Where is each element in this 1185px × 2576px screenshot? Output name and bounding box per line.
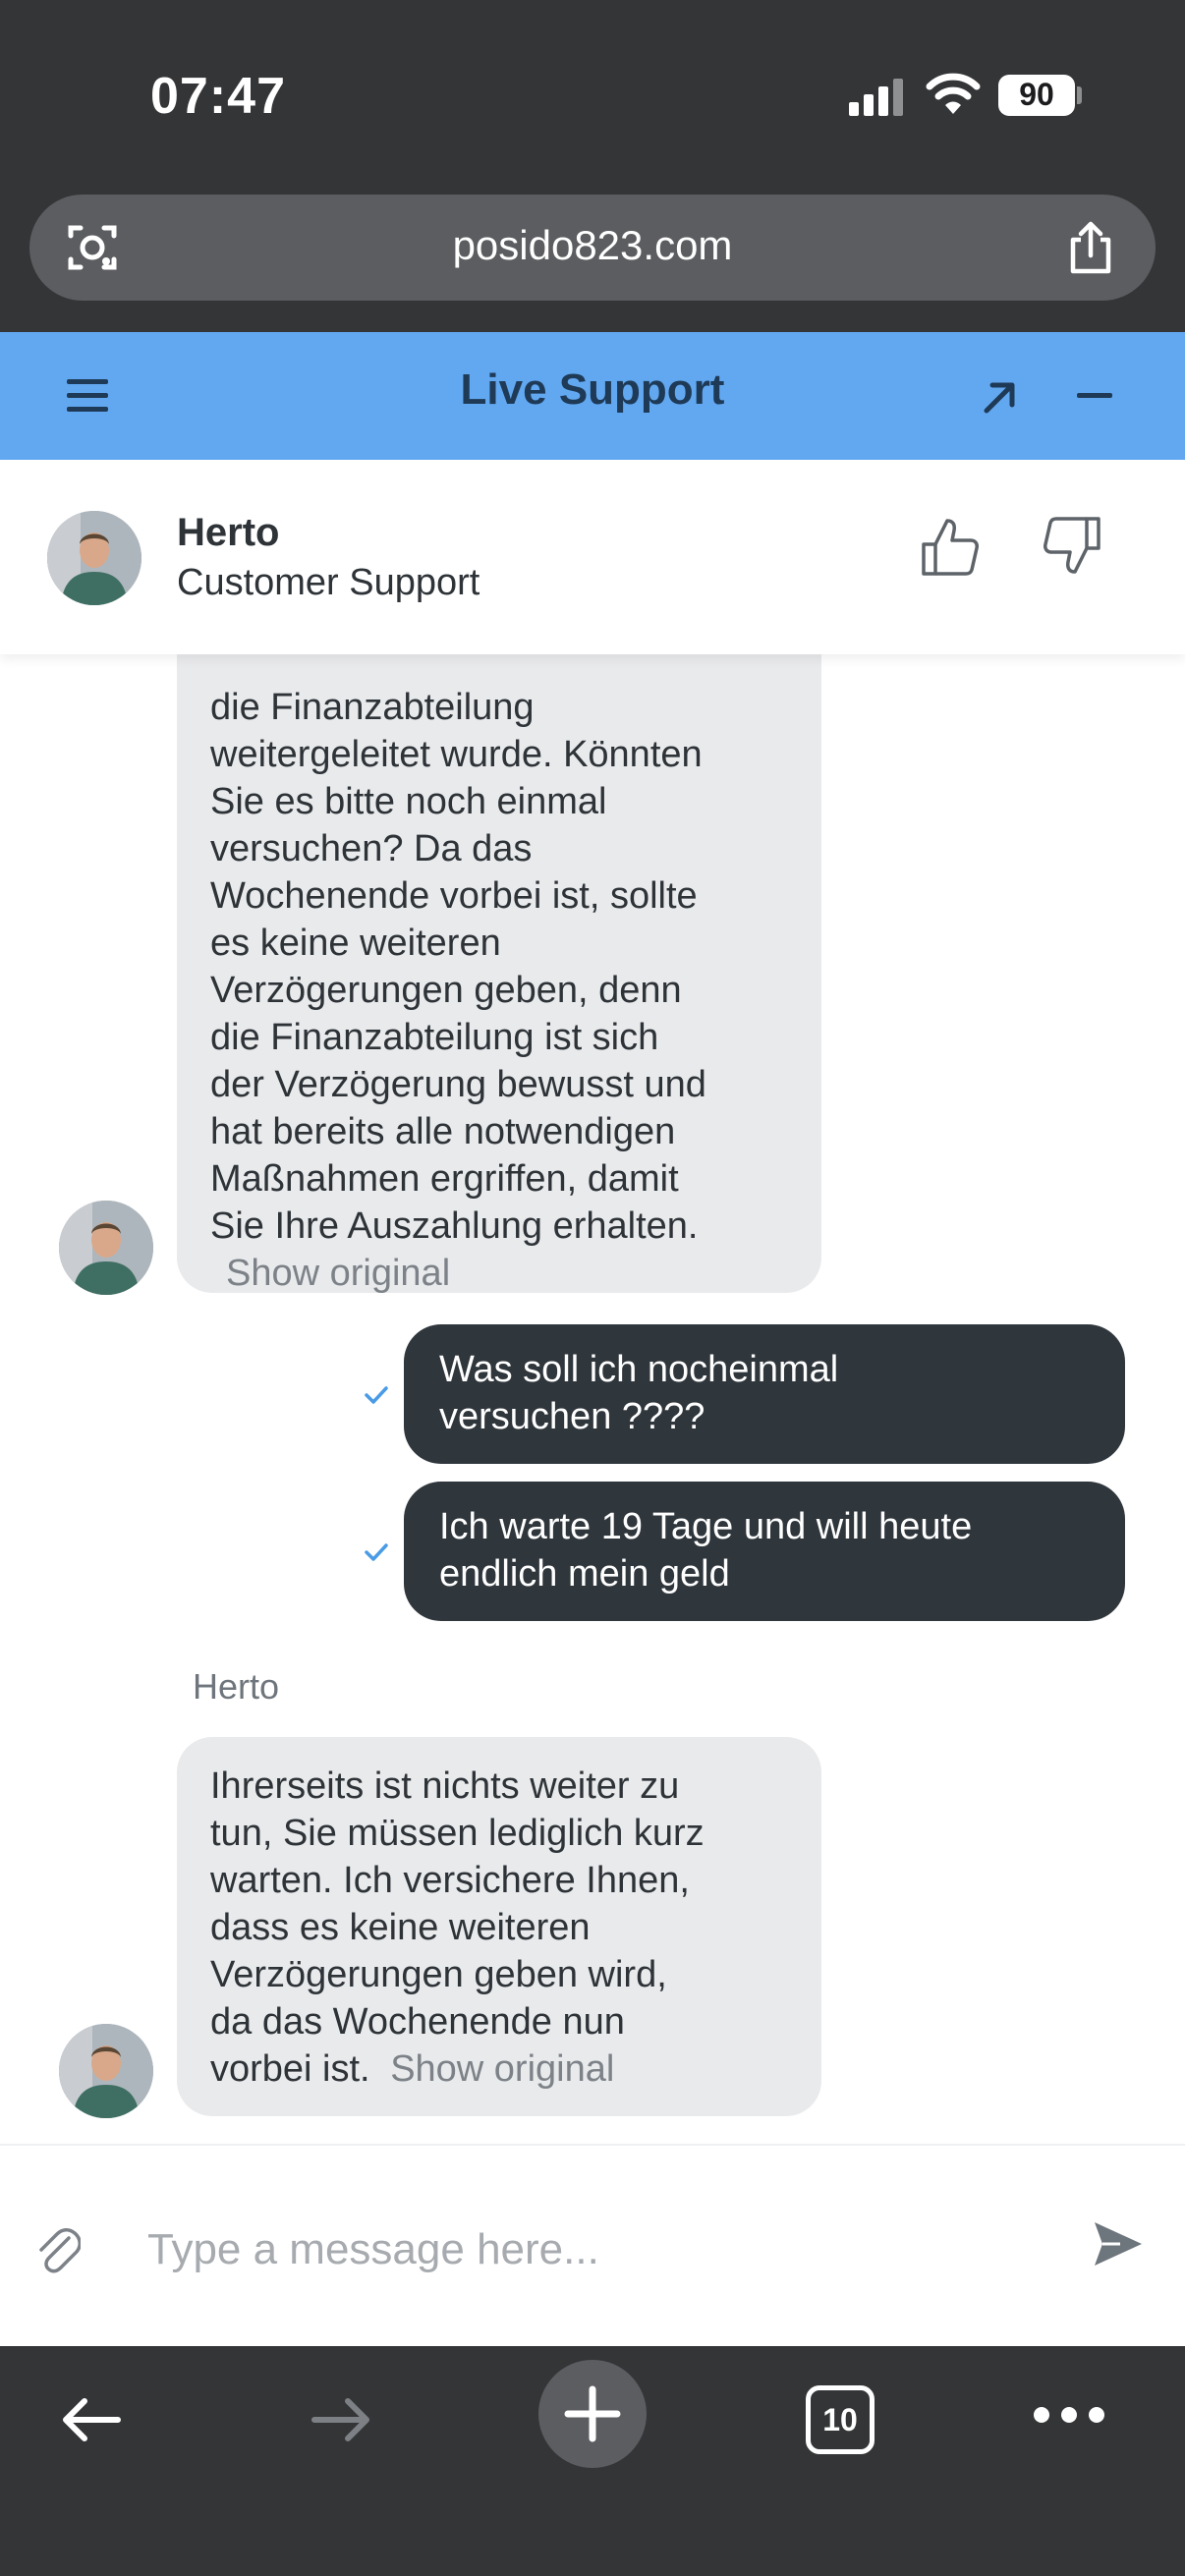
message-line: endlich mein geld (439, 1553, 730, 1595)
paperclip-icon[interactable] (35, 2224, 81, 2273)
forward-arrow-icon[interactable] (307, 2385, 375, 2454)
message-composer (0, 2144, 1185, 2348)
message-line: der Verzögerung bewusst und (210, 1064, 706, 1105)
message-line: Verzögerungen geben, denn (210, 970, 682, 1011)
wifi-icon (926, 73, 981, 114)
message-line: Sie Ihre Auszahlung erhalten. (210, 1205, 699, 1247)
tabs-button[interactable]: 10 (806, 2385, 875, 2454)
message-line: Maßnahmen ergriffen, damit (210, 1158, 679, 1200)
battery-icon: 90 (998, 75, 1075, 116)
message-line: Was soll ich nocheinmal (439, 1349, 839, 1390)
agent-role: Customer Support (177, 562, 480, 603)
cellular-signal-icon (849, 79, 904, 116)
agent-message-avatar (59, 1201, 153, 1295)
message-line: tun, Sie müssen lediglich kurz (210, 1813, 705, 1854)
agent-message-avatar (59, 2024, 153, 2118)
message-line: dass es keine weiteren (210, 1907, 591, 1948)
chat-messages[interactable]: die Finanzabteilung weitergeleitet wurde… (0, 654, 1185, 2144)
outgoing-message: Was soll ich nocheinmal versuchen ???? (404, 1324, 1125, 1464)
new-tab-button[interactable] (538, 2360, 647, 2468)
agent-avatar (47, 511, 141, 605)
message-line: Wochenende vorbei ist, sollte (210, 875, 698, 917)
message-line: da das Wochenende nun (210, 2001, 625, 2043)
delivered-check-icon (365, 1543, 388, 1561)
outgoing-message: Ich warte 19 Tage und will heute endlich… (404, 1482, 1125, 1621)
message-line: die Finanzabteilung (210, 687, 535, 728)
message-line: Ich warte 19 Tage und will heute (439, 1506, 973, 1547)
more-options-icon[interactable] (1034, 2407, 1104, 2427)
message-input[interactable] (145, 2205, 1034, 2295)
message-line: hat bereits alle notwendigen (210, 1111, 676, 1152)
share-icon[interactable] (1061, 218, 1120, 277)
message-line: Verzögerungen geben wird, (210, 1954, 667, 1995)
message-line: versuchen? Da das (210, 828, 533, 869)
message-line: vorbei ist. (210, 2048, 370, 2090)
thumbs-up-icon[interactable] (920, 515, 979, 578)
back-arrow-icon[interactable] (57, 2385, 126, 2454)
browser-bottom-bar: 10 (0, 2346, 1185, 2576)
delivered-check-icon (365, 1386, 388, 1404)
url-text[interactable]: posido823.com (29, 222, 1156, 269)
message-line: Ihrerseits ist nichts weiter zu (210, 1765, 680, 1807)
message-line: die Finanzabteilung ist sich (210, 1017, 659, 1058)
address-bar[interactable]: posido823.com (29, 195, 1156, 301)
status-time: 07:47 (150, 68, 286, 125)
message-line: weitergeleitet wurde. Könnten (210, 734, 703, 775)
browser-top-bar: 07:47 90 posido823.com (0, 0, 1185, 332)
send-icon[interactable] (1091, 2216, 1146, 2271)
expand-icon[interactable] (979, 375, 1022, 419)
message-line: Sie es bitte noch einmal (210, 781, 607, 822)
sender-name: Herto (193, 1666, 280, 1707)
message-line: versuchen ???? (439, 1396, 705, 1437)
show-original-link[interactable]: Show original (390, 2048, 614, 2090)
show-original-link[interactable]: Show original (226, 1253, 450, 1294)
thumbs-down-icon[interactable] (1044, 515, 1102, 578)
live-support-header: Live Support (0, 332, 1185, 460)
agent-name: Herto (177, 511, 280, 554)
battery-nub (1077, 86, 1082, 104)
message-line: es keine weiteren (210, 923, 501, 964)
agent-info-bar: Herto Customer Support (0, 460, 1185, 654)
plus-icon (564, 2385, 621, 2442)
message-line: warten. Ich versichere Ihnen, (210, 1860, 690, 1901)
battery-level: 90 (1019, 77, 1054, 112)
incoming-message: die Finanzabteilung weitergeleitet wurde… (177, 654, 821, 1294)
minimize-icon[interactable] (1077, 393, 1112, 398)
incoming-message: Ihrerseits ist nichts weiter zu tun, Sie… (177, 1737, 821, 2116)
